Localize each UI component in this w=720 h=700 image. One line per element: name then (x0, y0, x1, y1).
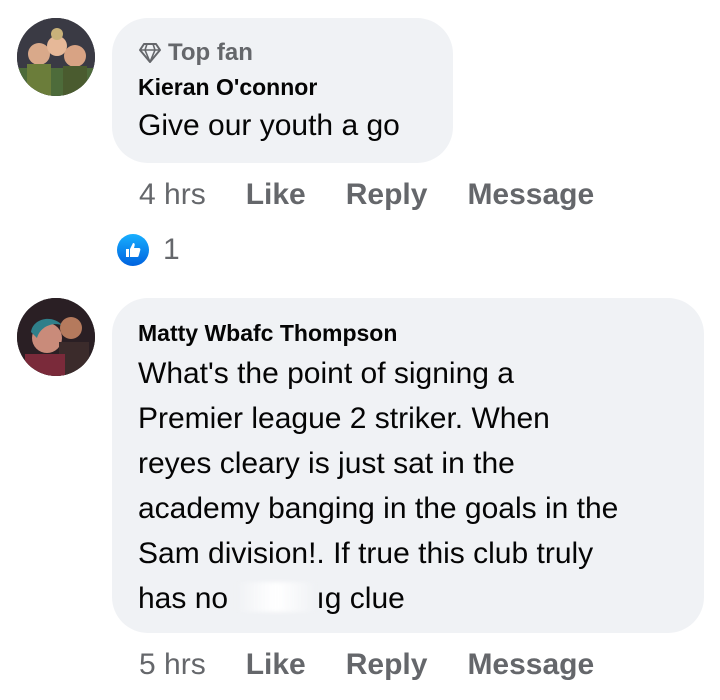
comment-line-end: ıg clue (316, 582, 405, 615)
like-button[interactable]: Like (246, 648, 306, 682)
like-button[interactable]: Like (246, 178, 306, 212)
thumbs-up-icon (117, 234, 149, 266)
comment-actions: 4 hrs Like Reply Message (139, 178, 594, 212)
reply-button[interactable]: Reply (346, 648, 428, 682)
comment-text: Give our youth a go (138, 109, 400, 142)
comment-author[interactable]: Kieran O'connor (138, 72, 427, 102)
comment-actions: 5 hrs Like Reply Message (139, 648, 594, 682)
badge-label: Top fan (168, 39, 253, 66)
comment-bubble[interactable]: Matty Wbafc Thompson What's the point of… (112, 298, 704, 633)
comment-thread: Top fan Kieran O'connor Give our youth a… (0, 0, 720, 700)
comment-line: academy banging in the goals in the (138, 492, 619, 525)
reply-button[interactable]: Reply (346, 178, 428, 212)
comment-author[interactable]: Matty Wbafc Thompson (138, 318, 678, 348)
message-button[interactable]: Message (467, 178, 594, 212)
reaction-count: 1 (163, 233, 180, 266)
message-button[interactable]: Message (467, 648, 594, 682)
censored-word (236, 582, 317, 612)
comment-timestamp[interactable]: 5 hrs (139, 648, 206, 682)
comment-line: reyes cleary is just sat in the (138, 447, 515, 480)
top-fan-badge[interactable]: Top fan (138, 38, 427, 68)
avatar-matty[interactable] (17, 298, 95, 376)
reaction-summary[interactable]: 1 (117, 233, 180, 267)
comment-line: has no ıg clue (138, 576, 678, 621)
comment-line-start: has no (138, 582, 229, 615)
comment-text: What's the point of signing a Premier le… (138, 351, 678, 621)
avatar-kieran[interactable] (17, 18, 95, 96)
comment-bubble[interactable]: Top fan Kieran O'connor Give our youth a… (112, 18, 453, 163)
comment-timestamp[interactable]: 4 hrs (139, 178, 206, 212)
comment-line: What's the point of signing a (138, 357, 514, 390)
avatar-photo (17, 18, 95, 96)
comment-line: Premier league 2 striker. When (138, 402, 550, 435)
comment-line: Sam division!. If true this club truly (138, 537, 594, 570)
diamond-icon (139, 43, 161, 63)
avatar-photo (17, 298, 95, 376)
